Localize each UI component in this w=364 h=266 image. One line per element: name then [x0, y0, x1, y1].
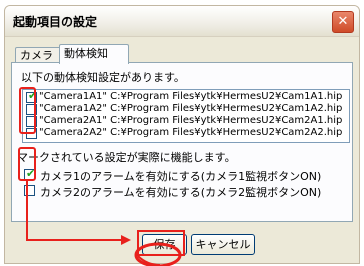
- camera2-alarm-label: カメラ2のアラームを有効にする(カメラ2監視ボタンON): [40, 186, 322, 199]
- panel-heading: 以下の動体検知設定があります。: [21, 71, 185, 84]
- list-item[interactable]: "Camera2A1" C:¥Program Files¥ytk¥HermesU…: [23, 115, 349, 127]
- active-settings-note: マークされている設定が実際に機能します。: [17, 151, 236, 164]
- motion-detection-panel: 以下の動体検知設定があります。 ✔ "Camera1A1" C:¥Program…: [11, 62, 353, 222]
- list-item[interactable]: "Camera2A2" C:¥Program Files¥ytk¥HermesU…: [23, 127, 349, 139]
- list-item-text: "Camera2A2" C:¥Program Files¥ytk¥HermesU…: [39, 127, 343, 138]
- list-item[interactable]: ✔ "Camera1A1" C:¥Program Files¥ytk¥Herme…: [23, 90, 349, 103]
- camera1-alarm-label: カメラ1のアラームを有効にする(カメラ1監視ボタンON): [40, 170, 322, 183]
- title-bar[interactable]: 起動項目の設定 ✕: [5, 6, 359, 37]
- list-item-text: "Camera1A1" C:¥Program Files¥ytk¥HermesU…: [39, 91, 343, 102]
- list-item[interactable]: "Camera1A2" C:¥Program Files¥ytk¥HermesU…: [23, 103, 349, 115]
- detection-settings-list: ✔ "Camera1A1" C:¥Program Files¥ytk¥Herme…: [22, 89, 350, 143]
- camera2-alarm-checkbox[interactable]: [24, 185, 35, 196]
- annotation-box-list: [19, 87, 36, 134]
- tab-camera[interactable]: カメラ: [15, 47, 63, 63]
- list-item-text: "Camera1A2" C:¥Program Files¥ytk¥HermesU…: [39, 103, 343, 114]
- annotation-box-save: [137, 230, 185, 256]
- list-item-text: "Camera2A1" C:¥Program Files¥ytk¥HermesU…: [39, 115, 343, 126]
- close-button[interactable]: ✕: [332, 11, 354, 33]
- dialog-title: 起動項目の設定: [13, 15, 98, 29]
- close-icon: ✕: [337, 14, 349, 29]
- annotation-box-options: [18, 147, 36, 181]
- cancel-button[interactable]: キャンセル: [191, 234, 255, 255]
- tab-motion-detection[interactable]: 動体検知: [59, 44, 129, 64]
- settings-dialog: 起動項目の設定 ✕ カメラ 動体検知 以下の動体検知設定があります。 ✔ "Ca…: [4, 5, 360, 264]
